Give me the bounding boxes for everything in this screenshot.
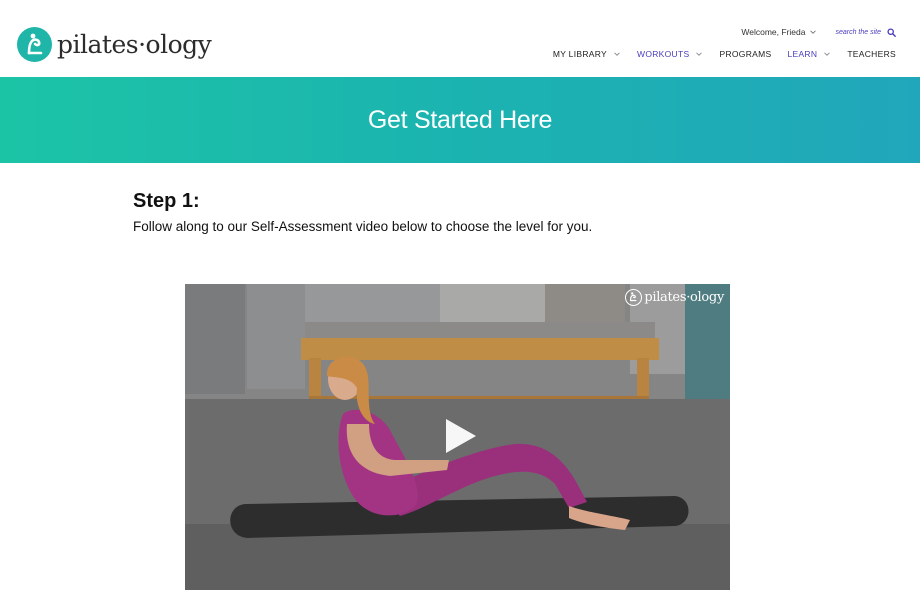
nav-item-label: TEACHERS xyxy=(847,49,896,59)
nav-item-teachers[interactable]: TEACHERS xyxy=(847,49,896,59)
video-watermark: pilates·ology xyxy=(625,289,724,306)
step-description: Follow along to our Self-Assessment vide… xyxy=(133,219,593,234)
search-input[interactable]: search the site xyxy=(835,29,881,36)
welcome-text: Welcome, Frieda xyxy=(741,27,806,37)
logo-icon xyxy=(17,27,52,62)
logo-text: pilates·ology xyxy=(57,30,212,59)
hero-banner: Get Started Here xyxy=(0,77,920,163)
site-logo[interactable]: pilates·ology xyxy=(17,27,212,62)
logo-icon xyxy=(625,289,643,306)
site-search[interactable]: search the site xyxy=(835,27,896,37)
nav-item-label: MY LIBRARY xyxy=(552,49,607,59)
chevron-down-icon xyxy=(696,52,703,56)
chevron-down-icon xyxy=(824,52,831,56)
nav-item-my-library[interactable]: MY LIBRARY xyxy=(553,49,621,59)
step-heading: Step 1: xyxy=(133,190,200,212)
nav-item-workouts[interactable]: WORKOUTS xyxy=(637,49,703,59)
nav-item-label: WORKOUTS xyxy=(637,49,690,59)
main-nav: MY LIBRARY WORKOUTS PROGRAMS LEARN TEACH… xyxy=(537,49,896,59)
nav-item-label: PROGRAMS xyxy=(719,49,772,59)
account-menu[interactable]: Welcome, Frieda xyxy=(741,27,817,37)
nav-item-learn[interactable]: LEARN xyxy=(787,49,831,59)
play-icon[interactable] xyxy=(443,418,479,454)
video-player[interactable]: pilates·ology xyxy=(185,284,730,590)
chevron-down-icon xyxy=(810,30,817,34)
search-icon[interactable] xyxy=(887,27,896,37)
nav-item-label: LEARN xyxy=(787,49,818,59)
utility-bar: Welcome, Frieda search the site xyxy=(741,27,896,37)
site-header: pilates·ology Welcome, Frieda search the… xyxy=(0,0,920,77)
nav-item-programs[interactable]: PROGRAMS xyxy=(719,49,771,59)
video-watermark-text: pilates·ology xyxy=(644,290,724,305)
page-title: Get Started Here xyxy=(367,105,553,134)
chevron-down-icon xyxy=(614,52,620,56)
